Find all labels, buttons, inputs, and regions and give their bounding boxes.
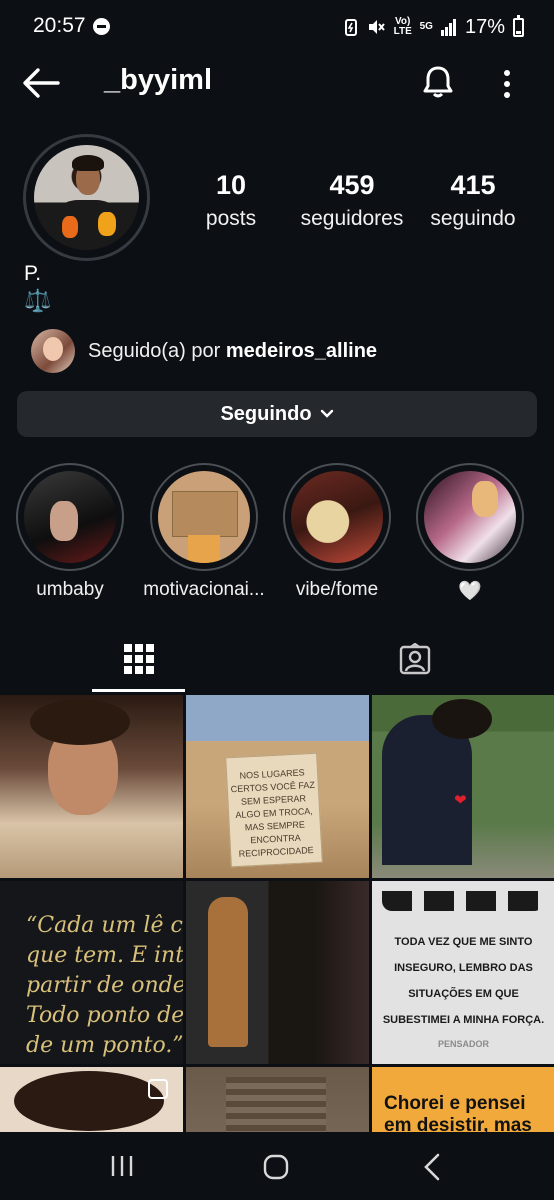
post-thumbnail[interactable] bbox=[0, 695, 183, 878]
system-nav-bar bbox=[0, 1132, 554, 1200]
status-time: 20:57 bbox=[33, 14, 86, 37]
follower-avatar bbox=[31, 329, 75, 373]
chevron-down-icon bbox=[320, 409, 333, 418]
highlight-label: 🤍 bbox=[458, 581, 482, 602]
volte-indicator: Vo) LTE bbox=[393, 16, 412, 37]
highlight-label: umbaby bbox=[36, 579, 104, 600]
battery-icon bbox=[513, 14, 524, 37]
status-bar: 20:57 Vo) LTE 5G 17% bbox=[0, 0, 554, 54]
followers-count-label: seguidores bbox=[300, 207, 404, 230]
network-type: 5G bbox=[419, 21, 433, 32]
back-arrow-icon[interactable] bbox=[22, 66, 60, 100]
followed-by-row[interactable]: Seguido(a) por medeiros_alline bbox=[31, 328, 377, 374]
recent-apps-icon[interactable] bbox=[110, 1154, 134, 1178]
notification-bell-icon[interactable] bbox=[418, 62, 458, 102]
posts-count[interactable]: 10 posts bbox=[166, 170, 296, 231]
do-not-disturb-icon bbox=[93, 18, 110, 35]
profile-name: P. bbox=[24, 262, 42, 285]
post-sign-text: NOS LUGARES CERTOS VOCÊ FAZ SEM ESPERAR … bbox=[225, 752, 323, 868]
mute-icon bbox=[368, 20, 385, 34]
post-thumbnail[interactable]: TODA VEZ QUE ME SINTO INSEGURO, LEMBRO D… bbox=[372, 881, 554, 1064]
following-count[interactable]: 415 seguindo bbox=[408, 170, 538, 231]
highlight-item[interactable]: motivacionai... bbox=[143, 463, 265, 600]
posts-count-value: 10 bbox=[215, 170, 247, 200]
post-quote-line: Todo ponto de vista é a vista bbox=[26, 1003, 183, 1028]
highlight-cover bbox=[24, 471, 116, 563]
highlight-cover bbox=[291, 471, 383, 563]
highlight-label: motivacionai... bbox=[143, 579, 265, 600]
profile-username: _byyiml bbox=[104, 64, 212, 96]
more-options-icon[interactable] bbox=[496, 64, 518, 104]
profile-header: _byyiml bbox=[0, 54, 554, 112]
highlight-item[interactable]: umbaby bbox=[15, 463, 125, 600]
back-icon[interactable] bbox=[422, 1152, 442, 1182]
highlight-cover bbox=[158, 471, 250, 563]
post-quote-line: de um ponto.” bbox=[26, 1033, 183, 1058]
tab-posts-grid[interactable] bbox=[92, 626, 185, 692]
followers-count-value: 459 bbox=[329, 170, 375, 200]
carousel-icon bbox=[148, 1079, 168, 1099]
followed-by-username: medeiros_alline bbox=[225, 339, 378, 362]
profile-tabs bbox=[0, 626, 554, 692]
signal-icon bbox=[440, 19, 456, 36]
highlight-label: vibe/fome bbox=[295, 579, 379, 600]
tagged-user-icon bbox=[399, 643, 430, 675]
post-thumbnail[interactable]: ❤ bbox=[372, 695, 554, 878]
profile-bio: ⚖️ bbox=[24, 288, 52, 313]
following-count-label: seguindo bbox=[430, 207, 516, 230]
profile-avatar[interactable] bbox=[34, 145, 139, 250]
highlight-item[interactable]: 🤍 bbox=[415, 463, 525, 602]
post-card-source: PENSADOR bbox=[437, 1039, 489, 1049]
followed-by-text: Seguido(a) por medeiros_alline bbox=[88, 339, 378, 362]
highlight-cover bbox=[424, 471, 516, 563]
post-thumbnail[interactable]: “Cada um lê com os olhos que tem. E inte… bbox=[0, 881, 183, 1064]
grid-icon bbox=[123, 644, 154, 674]
post-quote-line: partir de onde os pés pisam. bbox=[26, 973, 183, 998]
heart-icon: ❤ bbox=[454, 792, 467, 809]
post-orange-text: Chorei e pensei em desistir, mas bbox=[384, 1093, 532, 1136]
post-thumbnail[interactable]: NOS LUGARES CERTOS VOCÊ FAZ SEM ESPERAR … bbox=[186, 695, 369, 878]
post-quote-line: “Cada um lê com os olhos bbox=[26, 913, 183, 938]
highlight-item[interactable]: vibe/fome bbox=[282, 463, 392, 600]
post-thumbnail[interactable] bbox=[186, 881, 369, 1064]
followers-count[interactable]: 459 seguidores bbox=[287, 170, 417, 231]
following-button[interactable]: Seguindo bbox=[17, 391, 537, 437]
home-icon[interactable] bbox=[263, 1154, 289, 1180]
tab-tagged[interactable] bbox=[368, 626, 461, 692]
following-count-value: 415 bbox=[450, 170, 496, 200]
battery-saver-icon bbox=[344, 19, 357, 36]
post-quote-line: que tem. E interpreta a bbox=[26, 943, 183, 968]
posts-count-label: posts bbox=[205, 207, 257, 230]
battery-percent: 17% bbox=[464, 15, 505, 38]
following-button-label: Seguindo bbox=[220, 402, 312, 425]
post-card-text: TODA VEZ QUE ME SINTO INSEGURO, LEMBRO D… bbox=[382, 936, 545, 1026]
